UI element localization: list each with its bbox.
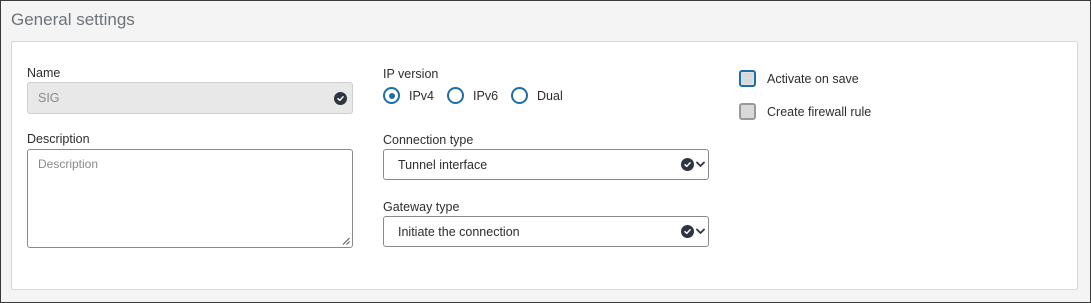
radio-ipv6[interactable]: IPv6 [447,87,498,104]
gateway-type-label: Gateway type [383,200,460,214]
radio-ipv6-circle[interactable] [447,87,465,104]
description-textarea[interactable] [28,150,352,247]
section-title: General settings [11,10,135,29]
connection-type-value: Tunnel interface [398,158,488,172]
resize-grip-icon[interactable] [342,237,350,245]
name-input[interactable] [28,83,352,113]
radio-dual-label: Dual [537,88,563,103]
radio-ipv6-label: IPv6 [473,88,499,103]
activate-on-save-checkbox[interactable] [739,70,756,87]
name-label: Name [27,66,61,80]
settings-panel: Name Description IP version IPv4 IPv6 [11,41,1078,290]
connection-type-select[interactable]: Tunnel interface [383,149,709,180]
radio-dual[interactable]: Dual [511,87,563,104]
radio-dual-circle[interactable] [511,87,529,104]
description-field[interactable] [27,149,353,248]
connection-type-label: Connection type [383,133,474,147]
chevron-down-icon[interactable] [696,228,705,235]
chevron-down-icon[interactable] [696,161,705,168]
activate-on-save-label: Activate on save [767,71,859,86]
gateway-type-value: Initiate the connection [398,225,520,239]
ip-version-label: IP version [383,67,439,81]
check-circle-icon [681,158,694,171]
general-settings-frame: General settings Name Description IP ver… [0,0,1091,303]
name-field[interactable] [27,82,353,114]
radio-ipv4-circle[interactable] [383,87,400,104]
create-firewall-rule-row[interactable]: Create firewall rule [739,103,871,120]
gateway-type-select[interactable]: Initiate the connection [383,216,709,247]
ip-version-radio-group: IPv4 IPv6 Dual [383,87,576,104]
check-circle-icon [681,225,694,238]
create-firewall-rule-label: Create firewall rule [767,104,872,119]
check-circle-icon [334,92,347,105]
create-firewall-rule-checkbox[interactable] [739,103,756,120]
activate-on-save-row[interactable]: Activate on save [739,70,859,87]
radio-ipv4-label: IPv4 [409,88,435,103]
radio-ipv4[interactable]: IPv4 [383,87,434,104]
description-label: Description [27,132,90,146]
